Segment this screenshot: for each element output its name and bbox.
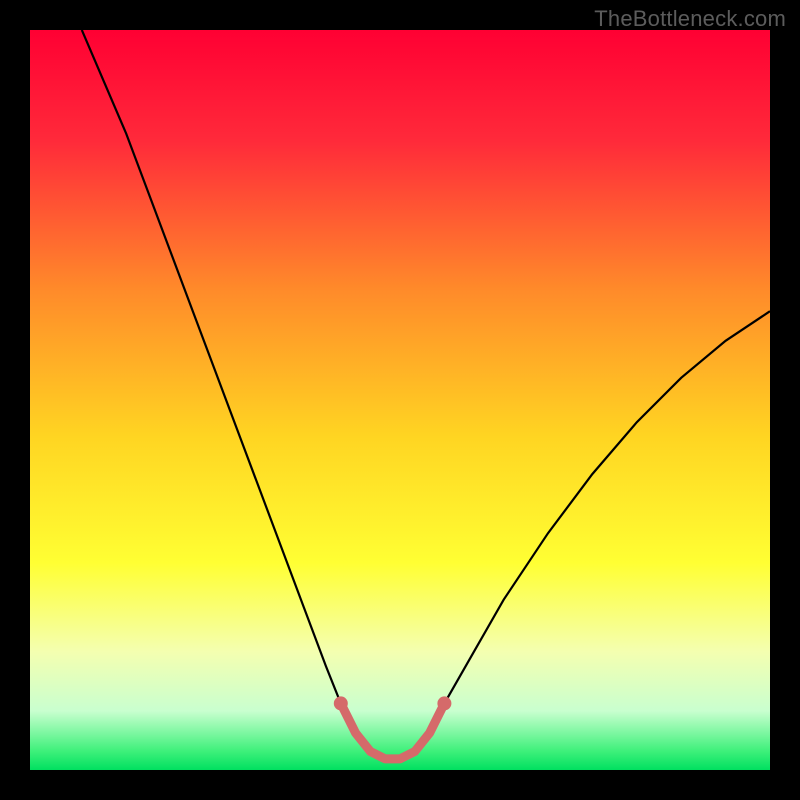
marker-left bbox=[334, 696, 348, 710]
chart-frame: TheBottleneck.com bbox=[0, 0, 800, 800]
chart-svg bbox=[30, 30, 770, 770]
watermark-text: TheBottleneck.com bbox=[594, 6, 786, 32]
plot-area bbox=[30, 30, 770, 770]
marker-right bbox=[437, 696, 451, 710]
